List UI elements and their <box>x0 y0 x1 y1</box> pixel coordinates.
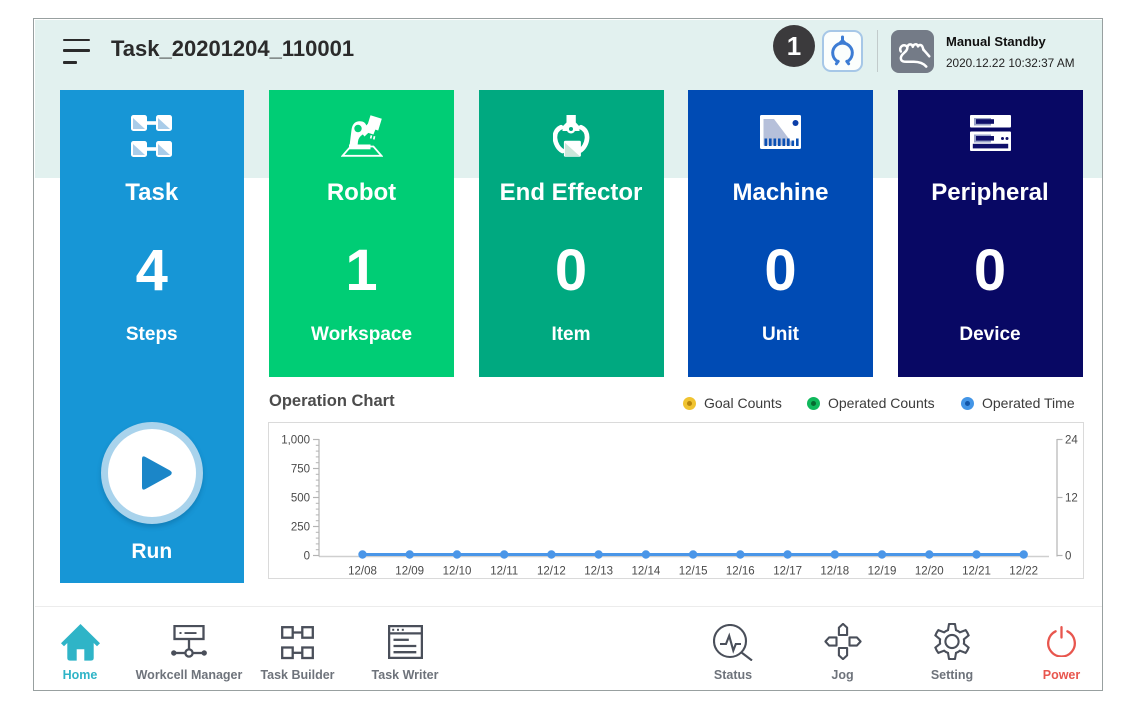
svg-text:12/14: 12/14 <box>631 565 660 577</box>
svg-text:12/09: 12/09 <box>395 565 424 577</box>
svg-text:12/18: 12/18 <box>820 565 849 577</box>
svg-text:250: 250 <box>290 521 309 533</box>
svg-text:0: 0 <box>303 550 309 562</box>
svg-text:12/21: 12/21 <box>962 565 991 577</box>
svg-text:12/16: 12/16 <box>725 565 754 577</box>
svg-text:12/15: 12/15 <box>678 565 707 577</box>
svg-text:12/17: 12/17 <box>773 565 802 577</box>
svg-text:750: 750 <box>290 463 309 475</box>
svg-text:12: 12 <box>1065 492 1078 504</box>
svg-text:12/10: 12/10 <box>442 565 471 577</box>
svg-text:12/20: 12/20 <box>914 565 943 577</box>
svg-text:12/12: 12/12 <box>537 565 566 577</box>
svg-text:12/08: 12/08 <box>348 565 377 577</box>
svg-text:1,000: 1,000 <box>281 434 310 446</box>
svg-text:12/11: 12/11 <box>490 565 518 577</box>
svg-text:500: 500 <box>290 492 309 504</box>
svg-text:12/13: 12/13 <box>584 565 613 577</box>
svg-text:24: 24 <box>1065 434 1078 446</box>
svg-text:12/19: 12/19 <box>867 565 896 577</box>
svg-text:12/22: 12/22 <box>1009 565 1038 577</box>
svg-text:0: 0 <box>1065 550 1071 562</box>
